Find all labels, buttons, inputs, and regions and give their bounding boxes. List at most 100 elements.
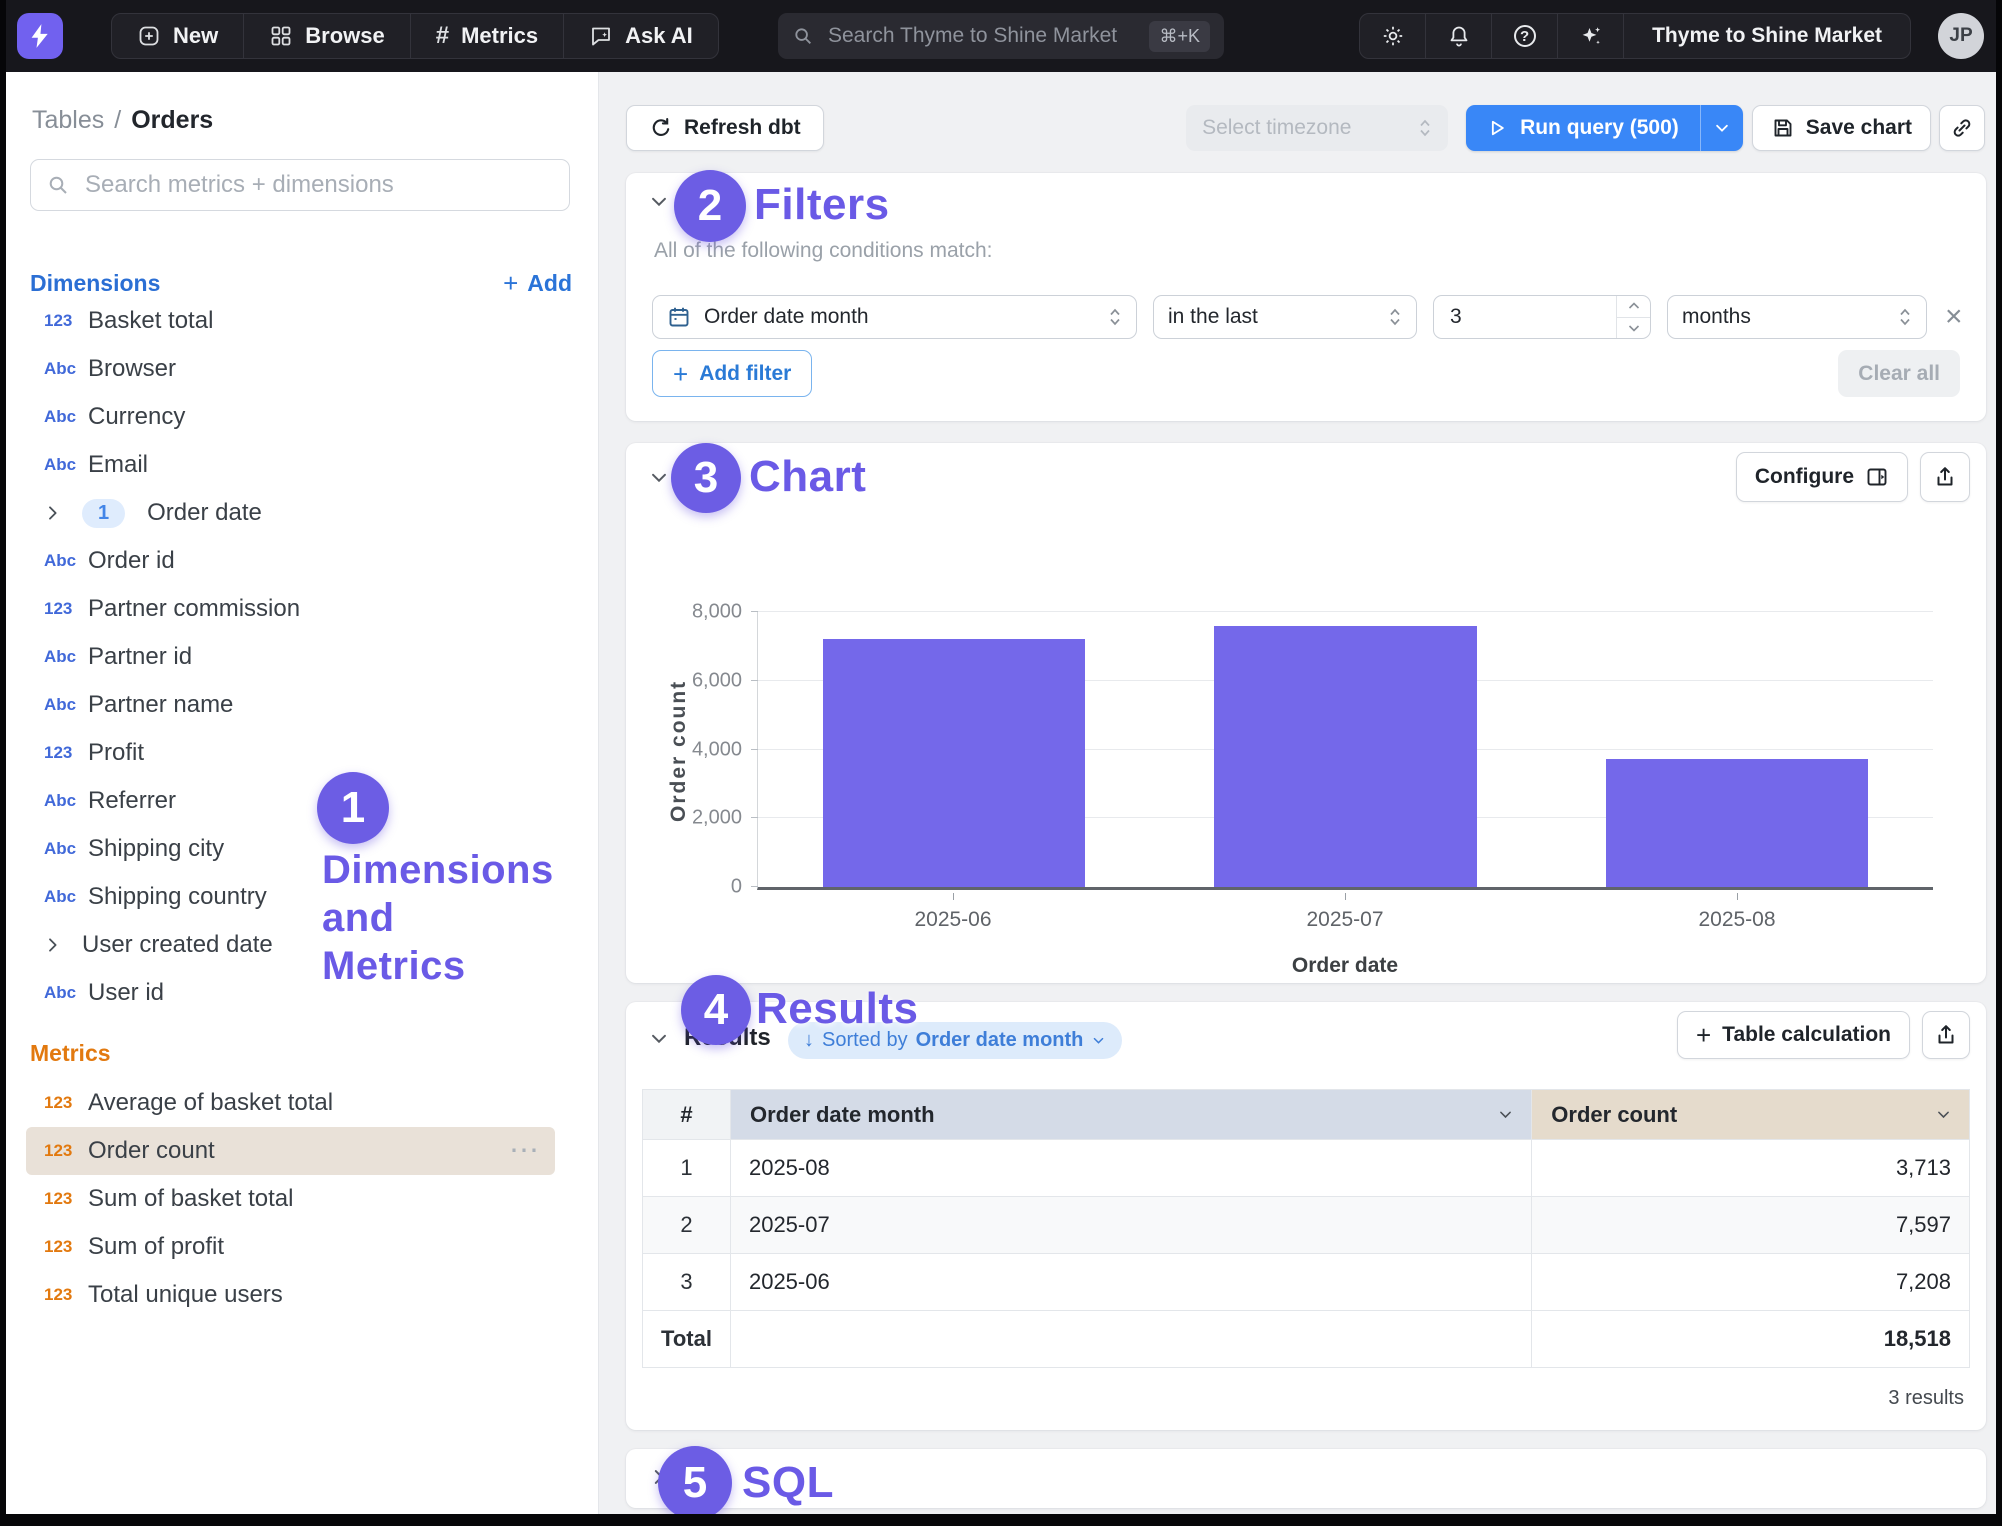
table-row[interactable]: 3 2025-06 7,208 (643, 1254, 1970, 1311)
global-search-input[interactable] (826, 23, 1149, 49)
stepper-up-button[interactable] (1617, 296, 1650, 317)
dimension-item[interactable]: AbcPartner name (6, 681, 598, 729)
export-chart-button[interactable] (1920, 452, 1970, 502)
breadcrumb-current: Orders (131, 106, 213, 134)
refresh-dbt-button[interactable]: Refresh dbt (626, 105, 824, 151)
chart-plot[interactable]: 02,0004,0006,0008,000 (757, 612, 1933, 890)
string-type-icon: Abc (44, 455, 88, 475)
hash-icon: # (436, 22, 449, 50)
export-results-button[interactable] (1922, 1011, 1970, 1059)
metric-item[interactable]: 123Sum of basket total (26, 1175, 555, 1223)
chevron-right-icon[interactable] (44, 504, 82, 522)
dimension-item[interactable]: 123Basket total (6, 297, 598, 345)
run-query-button[interactable]: Run query (500) (1466, 105, 1743, 151)
metric-item[interactable]: 123Average of basket total (26, 1079, 555, 1127)
active-field-count-badge: 1 (82, 499, 125, 528)
dimension-item[interactable]: AbcEmail (6, 441, 598, 489)
dimension-item-user-created-date[interactable]: User created date (6, 921, 598, 969)
filter-unit-select[interactable]: months (1667, 295, 1927, 339)
copy-link-button[interactable] (1939, 105, 1985, 151)
global-search[interactable]: ⌘+K (778, 13, 1224, 59)
add-filter-button[interactable]: + Add filter (652, 350, 812, 397)
number-type-icon: 123 (44, 1285, 88, 1305)
dimension-item[interactable]: AbcPartner id (6, 633, 598, 681)
dimension-item[interactable]: AbcShipping city (6, 825, 598, 873)
chevron-right-icon[interactable] (44, 936, 82, 954)
filter-operator-select[interactable]: in the last (1153, 295, 1417, 339)
column-header-month[interactable]: Order date month (730, 1090, 1531, 1140)
avatar[interactable]: JP (1938, 13, 1984, 59)
configure-chart-button[interactable]: Configure (1736, 452, 1908, 502)
sparkles-icon (1579, 24, 1603, 48)
table-row[interactable]: 1 2025-08 3,713 (643, 1140, 1970, 1197)
settings-button[interactable] (1360, 14, 1426, 58)
nav-item-new[interactable]: New (112, 14, 244, 58)
filters-condition-text: All of the following conditions match: (654, 239, 993, 263)
nav-item-browse[interactable]: Browse (244, 14, 410, 58)
nav-item-label: Metrics (461, 23, 538, 49)
search-icon (792, 25, 814, 47)
filter-field-select[interactable]: Order date month (652, 295, 1137, 339)
dimension-item[interactable]: AbcBrowser (6, 345, 598, 393)
filter-rule-row: Order date month in the last months (652, 295, 1963, 339)
metrics-header: Metrics (30, 1040, 111, 1067)
toolbar: Refresh dbt Select timezone Run query (5… (626, 105, 1985, 151)
org-name[interactable]: Thyme to Shine Market (1624, 14, 1910, 58)
string-type-icon: Abc (44, 551, 88, 571)
filter-value-input[interactable] (1433, 295, 1651, 339)
fields-search-input[interactable] (83, 170, 554, 200)
dimension-item[interactable]: AbcCurrency (6, 393, 598, 441)
dimension-item[interactable]: AbcReferrer (6, 777, 598, 825)
collapse-chart-icon[interactable] (648, 467, 670, 489)
arrow-down-icon: ↓ (804, 1029, 814, 1052)
collapse-filters-icon[interactable] (648, 191, 670, 213)
save-chart-button[interactable]: Save chart (1752, 105, 1931, 151)
column-header-count[interactable]: Order count (1532, 1090, 1970, 1140)
dimension-item-order-date[interactable]: 1 Order date (6, 489, 598, 537)
filter-value-field[interactable] (1448, 304, 1616, 330)
nav-item-ask-ai[interactable]: Ask AI (564, 14, 718, 58)
fields-search[interactable] (30, 159, 570, 211)
run-query-dropdown[interactable] (1701, 105, 1743, 151)
help-button[interactable]: ? (1492, 14, 1558, 58)
chevron-down-icon (1935, 1106, 1952, 1123)
nav-item-metrics[interactable]: # Metrics (411, 14, 564, 58)
results-table: # Order date month Order count (642, 1089, 1970, 1368)
ai-sparkles-button[interactable] (1558, 14, 1624, 58)
number-type-icon: 123 (44, 1237, 88, 1257)
dimension-item[interactable]: AbcShipping country (6, 873, 598, 921)
metric-item[interactable]: 123Sum of profit (26, 1223, 555, 1271)
breadcrumb: Tables/Orders (32, 106, 598, 135)
sorted-by-badge[interactable]: ↓ Sorted by Order date month (788, 1022, 1122, 1059)
dimension-item[interactable]: 123Partner commission (6, 585, 598, 633)
stepper-down-button[interactable] (1617, 317, 1650, 339)
save-icon (1771, 116, 1795, 140)
dimension-item[interactable]: AbcUser id (6, 969, 598, 1017)
timezone-select[interactable]: Select timezone (1186, 105, 1448, 151)
clear-all-filters-button[interactable]: Clear all (1838, 350, 1960, 397)
add-dimension-button[interactable]: +Add (503, 270, 572, 297)
collapse-results-icon[interactable] (648, 1028, 670, 1050)
dimension-item[interactable]: AbcOrder id (6, 537, 598, 585)
remove-filter-button[interactable]: × (1945, 302, 1963, 332)
breadcrumb-tables[interactable]: Tables (32, 106, 104, 134)
plus-icon: + (1696, 1022, 1711, 1048)
expand-sql-icon[interactable] (648, 1466, 670, 1488)
string-type-icon: Abc (44, 407, 88, 427)
metrics-list: 123Average of basket total 123 Order cou… (6, 1079, 598, 1319)
table-row[interactable]: 2 2025-07 7,597 (643, 1197, 1970, 1254)
metric-item-order-count-selected[interactable]: 123 Order count ⋯ (26, 1127, 555, 1175)
table-calculation-button[interactable]: + Table calculation (1677, 1011, 1910, 1059)
lightdash-logo[interactable] (17, 13, 63, 59)
nav-item-label: Browse (305, 23, 384, 49)
bell-icon (1447, 24, 1471, 48)
results-section-title: Results (684, 1024, 771, 1052)
notifications-button[interactable] (1426, 14, 1492, 58)
dimension-item[interactable]: 123Profit (6, 729, 598, 777)
primary-nav: New Browse # Metrics Ask AI (111, 13, 719, 59)
navbar-actions: ? Thyme to Shine Market (1359, 13, 1911, 59)
metric-item[interactable]: 123Total unique users (26, 1271, 555, 1319)
chart-x-axis-title: Order date (1292, 954, 1398, 978)
chevron-updown-icon (1108, 306, 1122, 328)
run-query-main[interactable]: Run query (500) (1466, 105, 1701, 151)
